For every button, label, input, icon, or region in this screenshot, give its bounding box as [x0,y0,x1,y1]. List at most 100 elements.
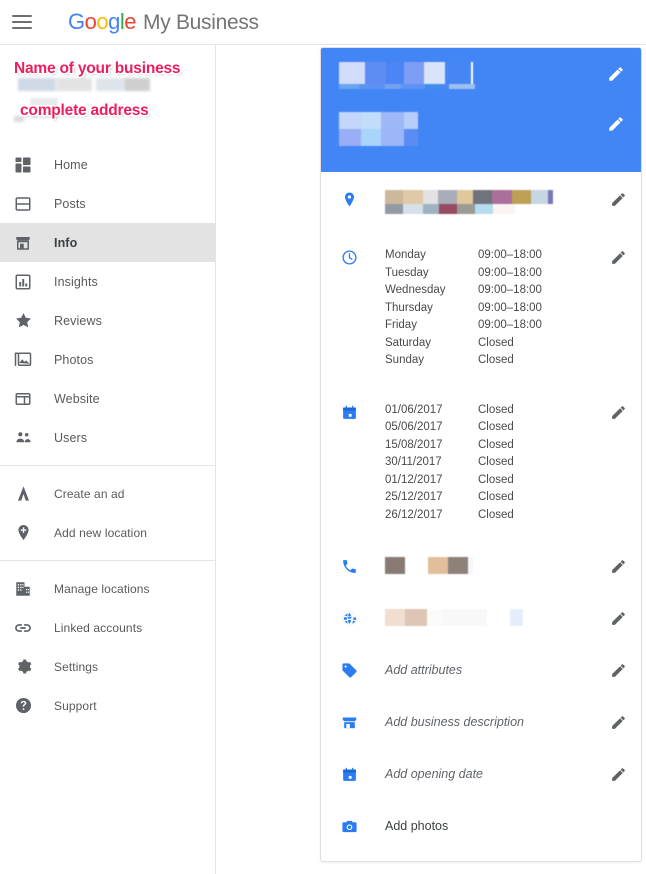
sidebar-item-label: Info [54,235,78,250]
logo-letter-o1: o [84,9,97,34]
sidebar-item-add-new-location[interactable]: Add new location [0,513,215,552]
website-value [361,609,605,626]
special-hours: Closed [478,456,514,468]
sidebar-item-label: Support [54,698,97,713]
sidebar-group-primary: Home Posts Info Insights Reviews Photos … [0,137,215,465]
people-icon [12,427,34,449]
edit-address-button[interactable] [605,190,631,208]
edit-attributes-button[interactable] [605,661,631,679]
sidebar-item-insights[interactable]: Insights [0,262,215,301]
day-label: Tuesday [385,266,429,279]
table-row: 30/11/2017 Closed [385,455,605,473]
brand-logo: Google My Business [68,9,259,35]
photos-row-edit-placeholder [605,817,631,818]
app-root: Google My Business Home Posts Info Insig… [0,0,646,874]
sidebar-item-posts[interactable]: Posts [0,184,215,223]
special-date: 25/12/2017 [385,491,443,503]
special-date: 01/12/2017 [385,473,443,486]
edit-hours-button[interactable] [605,248,631,266]
business-name-row[interactable] [321,62,641,106]
table-row: 01/12/2017 Closed [385,473,605,491]
sidebar-item-settings[interactable]: Settings [0,647,215,686]
day-label: Thursday [385,301,433,314]
help-icon [12,695,34,717]
sidebar-item-support[interactable]: Support [0,686,215,725]
posts-icon [12,193,34,215]
sidebar-item-info[interactable]: Info [0,223,215,262]
table-row: Tuesday 09:00–18:00 [385,266,605,284]
special-hours: Closed [478,491,514,503]
edit-special-hours-button[interactable] [605,403,631,421]
photo-library-icon [12,349,34,371]
special-hours: Closed [478,421,514,433]
sidebar-item-reviews[interactable]: Reviews [0,301,215,340]
sidebar-item-label: Add new location [54,525,147,540]
table-row: Monday 09:00–18:00 [385,248,605,266]
sidebar-item-users[interactable]: Users [0,418,215,457]
special-hours: Closed [478,438,514,451]
special-date: 15/08/2017 [385,438,443,451]
sidebar-group-actions: Create an ad Add new location [0,465,215,560]
opening-date-row[interactable]: Add opening date [321,753,641,805]
edit-opening-date-button[interactable] [605,765,631,783]
special-hours: Closed [478,473,514,486]
logo-letter-g: G [68,9,85,34]
sidebar-item-label: Manage locations [54,581,150,596]
phone-row[interactable] [321,541,641,597]
special-hours-row[interactable]: 01/06/2017 Closed 05/06/2017 Closed 15/08/… [321,387,641,542]
attributes-row[interactable]: Add attributes [321,649,641,701]
day-hours: 09:00–18:00 [478,266,542,279]
website-row[interactable] [321,597,641,649]
top-bar: Google My Business [0,0,646,45]
table-row: Saturday Closed [385,336,605,354]
business-category-row[interactable] [321,112,641,156]
special-date: 30/11/2017 [385,456,442,468]
table-row: 01/06/2017 Closed [385,403,605,421]
sidebar-item-website[interactable]: Website [0,379,215,418]
business-description-row[interactable]: Add business description [321,701,641,753]
sidebar-item-label: Website [54,391,100,406]
logo-letter-o2: o [96,9,109,34]
globe-icon [337,609,361,627]
card-header [321,48,641,172]
table-row: Thursday 09:00–18:00 [385,301,605,319]
phone-icon [337,557,361,575]
sidebar-item-linked-accounts[interactable]: Linked accounts [0,608,215,647]
attributes-placeholder: Add attributes [385,663,463,677]
photos-label: Add photos [385,819,449,833]
sidebar-item-label: Insights [54,274,98,289]
sidebar-item-label: Settings [54,659,99,674]
sidebar-item-label: Linked accounts [54,620,143,635]
edit-business-description-button[interactable] [605,713,631,731]
ads-icon [12,483,34,505]
edit-business-category-button[interactable] [603,114,629,133]
table-row: 26/12/2017 Closed [385,508,605,526]
edit-business-name-button[interactable] [603,64,629,83]
business-info-card: Monday 09:00–18:00 Tuesday 09:00–18:00 Wed… [320,47,642,862]
address-row[interactable] [321,172,641,232]
day-hours: Closed [478,354,514,366]
sidebar: Home Posts Info Insights Reviews Photos … [0,45,216,874]
special-hours: Closed [478,403,514,416]
edit-phone-button[interactable] [605,557,631,575]
day-hours: Closed [478,336,514,349]
edit-website-button[interactable] [605,609,631,627]
sidebar-item-photos[interactable]: Photos [0,340,215,379]
day-hours: 09:00–18:00 [478,284,542,296]
day-hours: 09:00–18:00 [478,319,542,331]
sidebar-item-create-an-ad[interactable]: Create an ad [0,474,215,513]
location-pin-icon [337,190,361,208]
business-building-icon [12,578,34,600]
business-description-placeholder: Add business description [385,715,524,729]
phone-value [361,557,605,574]
special-date: 26/12/2017 [385,508,443,521]
sidebar-item-manage-locations[interactable]: Manage locations [0,569,215,608]
hamburger-menu-icon[interactable] [12,15,32,29]
sidebar-item-home[interactable]: Home [0,145,215,184]
weekly-hours-table: Monday 09:00–18:00 Tuesday 09:00–18:00 Wed… [385,248,605,371]
photos-row[interactable]: Add photos [321,805,641,861]
link-icon [12,617,34,639]
redacted-phone [385,557,605,574]
hours-row[interactable]: Monday 09:00–18:00 Tuesday 09:00–18:00 Wed… [321,232,641,387]
logo-letter-e: e [124,9,137,34]
